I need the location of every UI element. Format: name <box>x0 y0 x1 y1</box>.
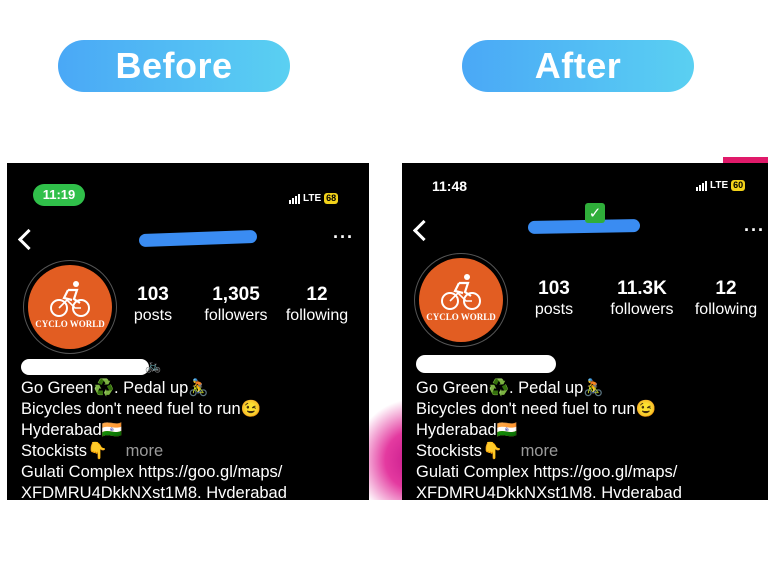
more-link[interactable]: more <box>126 442 164 460</box>
before-profile-screenshot: 11:19 LTE 68 ··· CYCLO WORLD 103 posts 1… <box>7 163 369 500</box>
stat-posts-count: 103 <box>538 278 570 299</box>
bio-line-2: Bicycles don't need fuel to run😉 <box>416 400 657 418</box>
signal-icon <box>289 193 300 204</box>
bio-line-5: Gulati Complex https://goo.gl/maps/ <box>416 463 678 481</box>
after-profile-screenshot: 11:48 LTE 60 ✓ ··· CYCLO WORLD 103 posts… <box>402 163 768 500</box>
bio-line-6: XFDMRU4DkkNXst1M8. Hvderabad <box>416 484 682 500</box>
verified-badge-icon: ✓ <box>585 203 605 223</box>
stat-following[interactable]: 12 following <box>690 278 762 320</box>
stat-followers-label: followers <box>610 301 674 318</box>
back-icon[interactable] <box>17 228 40 251</box>
bio-line-4: Stockists👇 more <box>21 441 163 462</box>
redacted-display-name <box>416 355 556 373</box>
status-time: 11:48 <box>432 178 468 194</box>
redacted-username <box>527 219 641 234</box>
stat-posts-label: posts <box>534 301 574 318</box>
after-label: After <box>462 40 694 92</box>
stat-following-label: following <box>694 301 758 318</box>
stat-followers-count: 11.3K <box>617 278 667 299</box>
status-time: 11:19 <box>33 184 85 206</box>
bio-stockists: Stockists👇 <box>21 442 108 460</box>
before-label: Before <box>58 40 290 92</box>
bicycle-icon <box>441 274 481 310</box>
status-bar-icons: LTE 60 <box>696 180 746 191</box>
battery-icon: 60 <box>731 180 746 191</box>
network-type: LTE <box>303 193 322 204</box>
stat-posts-label: posts <box>133 307 173 324</box>
stat-followers[interactable]: 11.3K followers <box>604 278 680 320</box>
stat-following-label: following <box>285 307 349 324</box>
bio-line-1: Go Green♻️. Pedal up🚴 <box>416 379 604 397</box>
stat-posts-count: 103 <box>137 284 169 305</box>
bio-line-3: Hyderabad🇮🇳 <box>416 421 518 439</box>
back-icon[interactable] <box>412 219 435 242</box>
logo-text: CYCLO WORLD <box>426 312 496 322</box>
stat-following[interactable]: 12 following <box>282 284 352 326</box>
avatar[interactable]: CYCLO WORLD <box>414 253 508 347</box>
bio-line-4: Stockists👇 more <box>416 441 558 462</box>
bio-line-5: Gulati Complex https://goo.gl/maps/ <box>21 463 283 481</box>
more-options-icon[interactable]: ··· <box>333 228 354 246</box>
bicycle-icon: 🚲 <box>145 359 162 374</box>
more-link[interactable]: more <box>521 442 559 460</box>
redacted-username <box>138 229 258 248</box>
stat-posts[interactable]: 103 posts <box>125 284 181 326</box>
redacted-display-name <box>21 359 149 375</box>
bio-stockists: Stockists👇 <box>416 442 503 460</box>
logo-text: CYCLO WORLD <box>35 319 105 329</box>
avatar[interactable]: CYCLO WORLD <box>23 260 117 354</box>
cyclo-world-logo: CYCLO WORLD <box>28 265 112 349</box>
stat-followers[interactable]: 1,305 followers <box>198 284 274 326</box>
signal-icon <box>696 180 707 191</box>
network-type: LTE <box>710 180 729 191</box>
battery-icon: 68 <box>324 193 339 204</box>
stat-following-count: 12 <box>715 278 737 299</box>
bio-line-1: Go Green♻️. Pedal up🚴 <box>21 379 209 397</box>
status-bar-icons: LTE 68 <box>289 193 339 204</box>
stat-posts[interactable]: 103 posts <box>526 278 582 320</box>
stat-following-count: 12 <box>306 284 328 305</box>
bio-line-2: Bicycles don't need fuel to run😉 <box>21 400 262 418</box>
stat-followers-label: followers <box>204 307 268 324</box>
bio-line-3: Hyderabad🇮🇳 <box>21 421 123 439</box>
stat-followers-count: 1,305 <box>212 284 260 305</box>
more-options-icon[interactable]: ··· <box>744 221 765 239</box>
cyclo-world-logo: CYCLO WORLD <box>419 258 503 342</box>
bicycle-icon <box>50 281 90 317</box>
bio-line-6: XFDMRU4DkkNXst1M8. Hvderabad <box>21 484 287 500</box>
